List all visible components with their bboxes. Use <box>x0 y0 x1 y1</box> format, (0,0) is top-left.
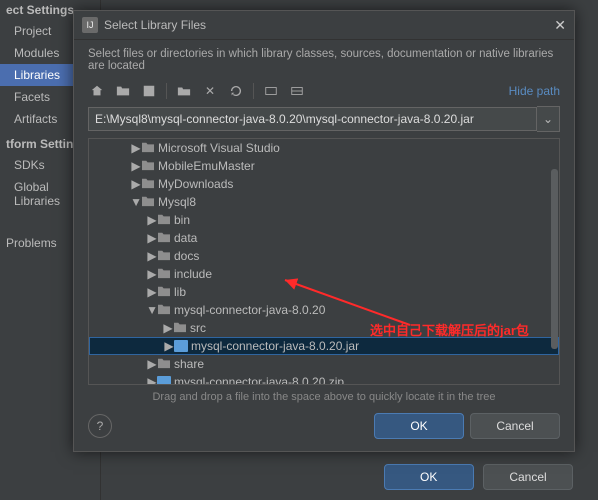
tree-node-label: mysql-connector-java-8.0.20 <box>174 303 325 317</box>
tree-row[interactable]: ▶ MyDownloads <box>89 175 559 193</box>
folder-icon <box>157 267 171 282</box>
tree-row[interactable]: ▶ MobileEmuMaster <box>89 157 559 175</box>
folder-icon <box>157 249 171 264</box>
dialog-button-bar: ? OK Cancel <box>74 407 574 451</box>
file-chooser-toolbar: ✕ Hide path <box>74 78 574 102</box>
chevron-down-icon[interactable]: ▼ <box>147 303 157 317</box>
folder-icon[interactable] <box>114 82 132 100</box>
chevron-right-icon[interactable]: ▶ <box>147 285 157 299</box>
root: ect Settings Project Modules Libraries F… <box>0 0 598 500</box>
tree-node-label: bin <box>174 213 190 227</box>
folder-icon <box>157 213 171 228</box>
tree-row[interactable]: ▶ mysql-connector-java-8.0.20.jar <box>89 337 559 355</box>
tree-row[interactable]: ▶ include <box>89 265 559 283</box>
project-icon[interactable] <box>140 82 158 100</box>
folder-icon <box>141 177 155 192</box>
toolbar-separator <box>253 83 254 99</box>
folder-icon <box>157 231 171 246</box>
dialog-description: Select files or directories in which lib… <box>74 40 574 78</box>
tree-node-label: data <box>174 231 197 245</box>
chevron-right-icon[interactable]: ▶ <box>147 231 157 245</box>
folder-icon <box>141 195 155 210</box>
select-library-files-dialog: IJ Select Library Files ✕ Select files o… <box>73 10 575 452</box>
tree-scrollbar[interactable] <box>551 169 558 349</box>
folder-icon <box>157 303 171 318</box>
delete-icon[interactable]: ✕ <box>201 82 219 100</box>
tree-row[interactable]: ▶ src <box>89 319 559 337</box>
chevron-right-icon[interactable]: ▶ <box>147 249 157 263</box>
tree-node-label: share <box>174 357 204 371</box>
new-folder-icon[interactable] <box>175 82 193 100</box>
chevron-right-icon[interactable]: ▶ <box>131 159 141 173</box>
tree-row[interactable]: ▼ Mysql8 <box>89 193 559 211</box>
tree-row[interactable]: ▶ lib <box>89 283 559 301</box>
tree-node-label: src <box>190 321 206 335</box>
chevron-right-icon[interactable]: ▶ <box>147 357 157 371</box>
history-dropdown-icon[interactable]: ⌄ <box>537 106 560 132</box>
chevron-down-icon[interactable]: ▼ <box>131 195 141 209</box>
dialog-title: Select Library Files <box>104 18 206 32</box>
tree-row[interactable]: ▼ mysql-connector-java-8.0.20 <box>89 301 559 319</box>
folder-icon <box>157 357 171 372</box>
path-input[interactable] <box>88 107 537 131</box>
background-cancel-button[interactable]: Cancel <box>483 464 573 490</box>
help-button[interactable]: ? <box>88 414 112 438</box>
refresh-icon[interactable] <box>227 82 245 100</box>
tree-node-label: MobileEmuMaster <box>158 159 255 173</box>
show-hidden2-icon[interactable] <box>288 82 306 100</box>
chevron-right-icon[interactable]: ▶ <box>131 177 141 191</box>
tree-node-label: lib <box>174 285 186 299</box>
tree-node-label: mysql-connector-java-8.0.20.jar <box>191 339 359 353</box>
folder-icon <box>141 159 155 174</box>
tree-row[interactable]: ▶ data <box>89 229 559 247</box>
tree-node-label: MyDownloads <box>158 177 233 191</box>
chevron-right-icon[interactable]: ▶ <box>164 339 174 353</box>
hide-path-link[interactable]: Hide path <box>509 84 560 98</box>
toolbar-separator <box>166 83 167 99</box>
path-field-row: ⌄ <box>88 106 560 132</box>
show-hidden-icon[interactable] <box>262 82 280 100</box>
intellij-icon: IJ <box>82 17 98 33</box>
tree-row[interactable]: ▶ mysql-connector-java-8.0.20.zip <box>89 373 559 385</box>
tree-node-label: Microsoft Visual Studio <box>158 141 280 155</box>
background-dialog-buttons: OK Cancel <box>378 464 573 490</box>
folder-icon <box>157 285 171 300</box>
chevron-right-icon[interactable]: ▶ <box>147 267 157 281</box>
tree-row[interactable]: ▶ share <box>89 355 559 373</box>
close-icon[interactable]: ✕ <box>554 17 566 34</box>
chevron-right-icon[interactable]: ▶ <box>147 375 157 385</box>
tree-node-label: Mysql8 <box>158 195 196 209</box>
archive-icon <box>174 340 188 352</box>
tree-node-label: mysql-connector-java-8.0.20.zip <box>174 375 344 385</box>
tree-row[interactable]: ▶ bin <box>89 211 559 229</box>
chevron-right-icon[interactable]: ▶ <box>163 321 173 335</box>
chevron-right-icon[interactable]: ▶ <box>131 141 141 155</box>
drop-hint: Drag and drop a file into the space abov… <box>74 385 574 407</box>
home-icon[interactable] <box>88 82 106 100</box>
file-tree[interactable]: ▶ Microsoft Visual Studio ▶ MobileEmuMaster… <box>88 138 560 385</box>
dialog-titlebar[interactable]: IJ Select Library Files ✕ <box>74 11 574 40</box>
tree-row[interactable]: ▶ docs <box>89 247 559 265</box>
tree-row[interactable]: ▶ Microsoft Visual Studio <box>89 139 559 157</box>
archive-icon <box>157 376 171 385</box>
folder-icon <box>141 141 155 156</box>
tree-node-label: docs <box>174 249 199 263</box>
tree-node-label: include <box>174 267 212 281</box>
ok-button[interactable]: OK <box>374 413 464 439</box>
chevron-right-icon[interactable]: ▶ <box>147 213 157 227</box>
background-ok-button[interactable]: OK <box>384 464 474 490</box>
cancel-button[interactable]: Cancel <box>470 413 560 439</box>
folder-icon <box>173 321 187 336</box>
